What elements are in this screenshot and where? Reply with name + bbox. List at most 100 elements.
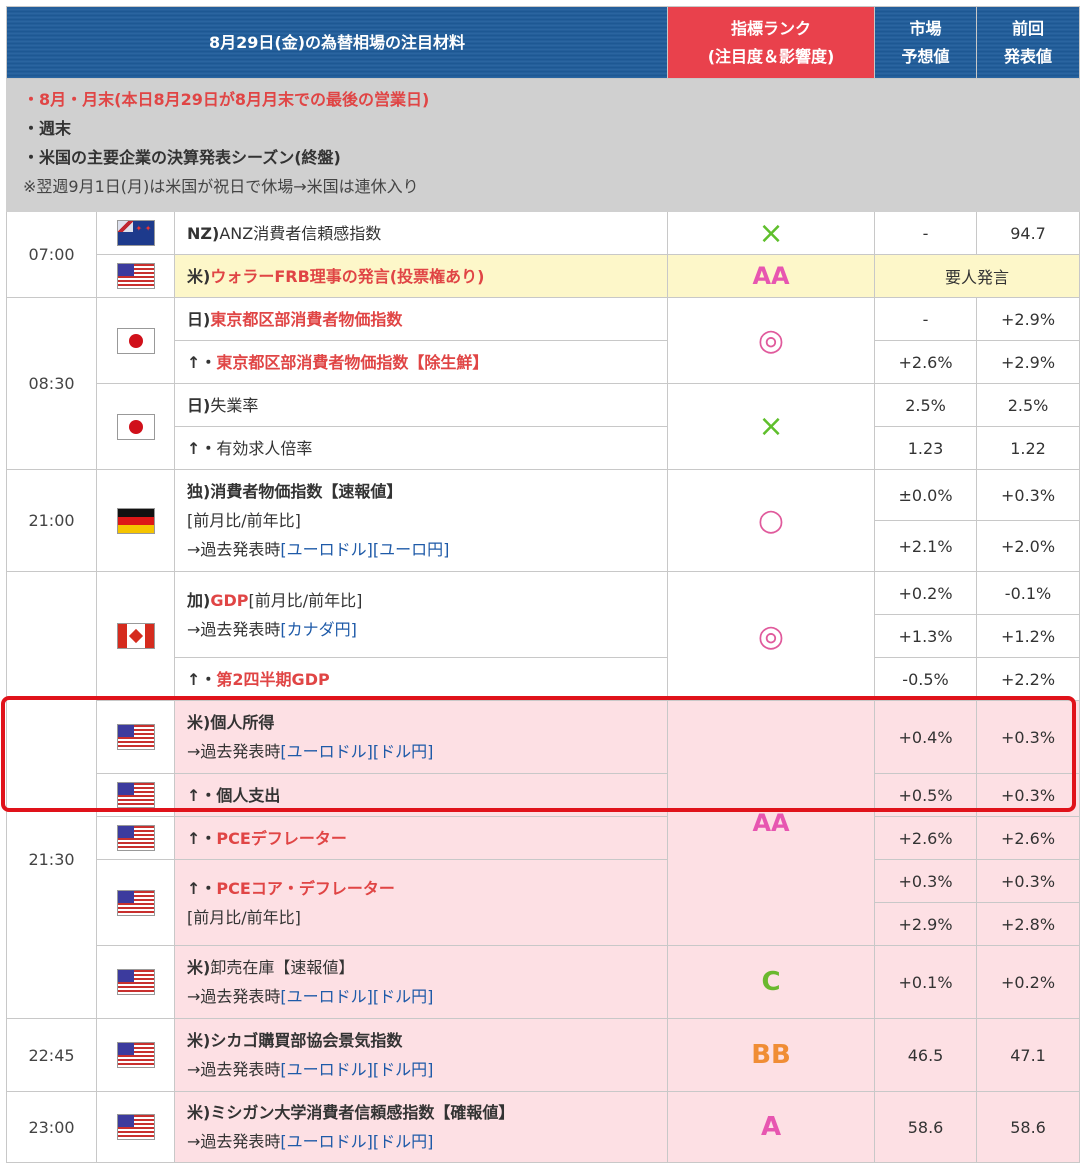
flag-cell (96, 383, 175, 470)
event-cell: 独)消費者物価指数【速報値】 [前月比/前年比] →過去発表時[ユーロドル][ユ… (173, 469, 669, 572)
header-rank: 指標ランク (注目度＆影響度) (667, 6, 876, 79)
link-eurusd[interactable]: [ユーロドル] (280, 987, 373, 1006)
us-flag-icon (116, 724, 155, 750)
previous-cell: +2.9% (976, 297, 1081, 341)
us-flag-icon (116, 889, 155, 916)
flag-cell (96, 254, 175, 298)
event-prefix: 米) (187, 713, 211, 732)
previous-cell: 47.1 (976, 1018, 1081, 1092)
calendar-page: 8月29日(金)の為替相場の注目材料 指標ランク (注目度＆影響度) 市場 予想… (0, 0, 1087, 1168)
jp-flag-icon (116, 327, 155, 354)
flag-cell (96, 773, 175, 817)
event-cell: ↑・東京都区部消費者物価指数【除生鮮】 (173, 340, 669, 384)
table-row: ↑・PCEコア・デフレーター [前月比/前年比] +0.3% +0.3% (7, 859, 1081, 946)
flag-cell (96, 297, 175, 384)
forecast-cell: 1.23 (874, 426, 978, 470)
event-cell: 米)ウォラーFRB理事の発言(投票権あり) (173, 254, 669, 298)
previous-cell: +0.2% (976, 945, 1081, 1019)
header-rank-sub: (注目度＆影響度) (707, 46, 835, 66)
previous-cell: +0.3% (976, 773, 1081, 817)
forecast-cell: +0.3% (874, 859, 978, 903)
event-link[interactable]: 東京都区部消費者物価指数【除生鮮】 (216, 353, 488, 372)
table-row: 日)失業率 × 2.5% 2.5% (7, 383, 1081, 470)
event-cell: ↑・PCEデフレーター (173, 816, 669, 860)
us-flag-icon (116, 825, 155, 851)
flag-cell (96, 211, 175, 255)
flag-cell (96, 571, 175, 701)
event-cell: 米)卸売在庫【速報値】 →過去発表時[ユーロドル][ドル円] (173, 945, 669, 1019)
link-usdjpy[interactable]: [ドル円] (373, 1060, 434, 1079)
rank-cell: AA (667, 700, 876, 946)
event-cell: ↑・個人支出 (173, 773, 669, 817)
flag-cell (96, 700, 175, 774)
past-label: →過去発表時 (187, 742, 281, 761)
rank-badge: AA (752, 809, 790, 837)
rank-double-circle-icon: ◎ (757, 618, 785, 654)
previous-cell: +2.6% (976, 816, 1081, 860)
table-row: ↑・個人支出 +0.5% +0.3% (7, 773, 1081, 817)
event-link[interactable]: PCEデフレーター (216, 829, 346, 848)
link-cadjpy[interactable]: [カナダ円] (280, 620, 357, 639)
us-flag-icon (116, 782, 155, 808)
event-link[interactable]: 第2四半期GDP (216, 670, 329, 689)
past-label: →過去発表時 (187, 1060, 281, 1079)
header-previous: 前回 発表値 (976, 6, 1081, 79)
event-link[interactable]: PCEコア・デフレーター (216, 879, 394, 898)
past-label: →過去発表時 (187, 619, 281, 639)
event-link[interactable]: 東京都区部消費者物価指数 (210, 310, 402, 329)
event-cell: 米)個人所得 →過去発表時[ユーロドル][ドル円] (173, 700, 669, 774)
event-link[interactable]: ウォラーFRB理事の発言(投票権あり) (210, 267, 484, 286)
table-row: 08:30 日)東京都区部消費者物価指数 ◎ - +2.9% (6, 297, 1081, 470)
forecast-cell: ±0.0% (874, 469, 978, 521)
event-sub: [前月比/前年比] (187, 907, 301, 927)
notes-cell: ・8月・月末(本日8月29日が8月月末での最後の営業日) ・週末 ・米国の主要企… (5, 78, 1081, 212)
link-eurusd[interactable]: [ユーロドル] (280, 1132, 373, 1151)
event-prefix: 加) (187, 590, 211, 610)
forecast-cell: +0.5% (874, 773, 978, 817)
rank-cell: × (667, 211, 876, 255)
previous-cell: +2.9% (976, 340, 1081, 384)
flag-cell (96, 816, 175, 860)
link-eurjpy[interactable]: [ユーロ円] (373, 540, 450, 559)
time-cell: 07:00 (6, 211, 97, 298)
forecast-cell: - (874, 297, 978, 341)
event-name: ミシガン大学消費者信頼感指数【確報値】 (210, 1103, 515, 1122)
forecast-cell: +1.3% (874, 614, 978, 658)
event-sub: [前月比/前年比] (187, 511, 301, 530)
forecast-cell: +2.9% (874, 902, 978, 946)
event-cell: ↑・有効求人倍率 (173, 426, 669, 470)
rank-circle-icon: ○ (757, 503, 785, 538)
table-row: 07:00 NZ)ANZ消費者信頼感指数 × - 94.7 (6, 211, 1081, 298)
link-eurusd[interactable]: [ユーロドル] (280, 742, 373, 761)
rank-cell: C (667, 945, 876, 1019)
header-row: 8月29日(金)の為替相場の注目材料 指標ランク (注目度＆影響度) 市場 予想… (5, 6, 1081, 79)
link-usdjpy[interactable]: [ドル円] (373, 987, 434, 1006)
table-row: 23:00 米)ミシガン大学消費者信頼感指数【確報値】 →過去発表時[ユーロドル… (6, 1091, 1081, 1163)
event-prefix: 米) (187, 1103, 211, 1122)
link-eurusd[interactable]: [ユーロドル] (280, 540, 373, 559)
jp-flag-icon (116, 413, 155, 440)
rank-badge: A (760, 1112, 782, 1142)
time-cell: 23:00 (6, 1091, 97, 1163)
event-prefix: NZ) (187, 223, 220, 243)
event-cell: 日)失業率 (173, 383, 669, 427)
event-name: シカゴ購買部協会景気指数 (210, 1031, 403, 1050)
forecast-cell: +2.1% (874, 520, 978, 572)
previous-cell: 94.7 (976, 211, 1081, 255)
event-name: 個人所得 (210, 713, 275, 732)
header-previous-line1: 前回 (1012, 18, 1045, 38)
event-prefix: ↑・ (187, 878, 217, 898)
rank-badge: AA (752, 262, 790, 290)
header-title: 8月29日(金)の為替相場の注目材料 (5, 6, 669, 79)
link-usdjpy[interactable]: [ドル円] (373, 1132, 434, 1151)
table-row: ↑・PCEデフレーター +2.6% +2.6% (7, 816, 1081, 860)
link-eurusd[interactable]: [ユーロドル] (280, 1060, 373, 1079)
event-link[interactable]: GDP (210, 591, 248, 610)
event-name: 個人支出 (216, 785, 281, 805)
time-cell-empty (6, 571, 97, 701)
event-prefix: ↑・ (187, 669, 217, 689)
forecast-cell: +2.6% (874, 340, 978, 384)
previous-cell: +0.3% (976, 469, 1081, 521)
link-usdjpy[interactable]: [ドル円] (373, 742, 434, 761)
note-holiday: ※翌週9月1日(月)は米国が祝日で休場→米国は連休入り (23, 177, 419, 196)
